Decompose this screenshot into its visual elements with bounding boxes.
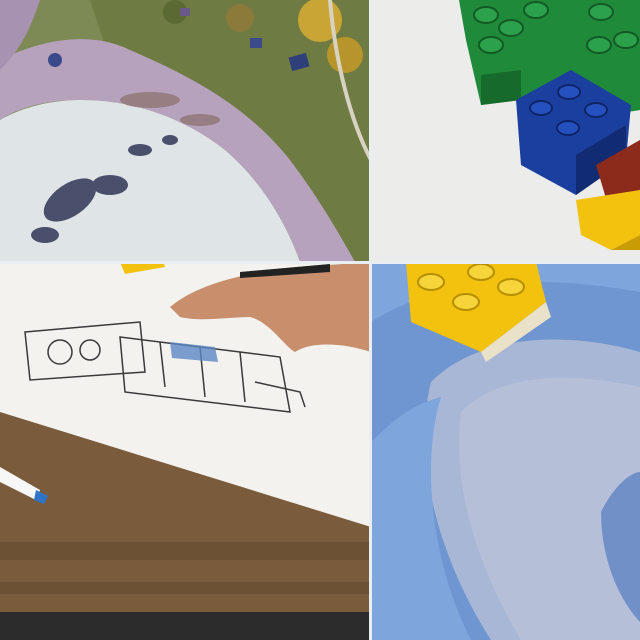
sketch-illustration <box>0 262 371 640</box>
tray-photo <box>371 262 640 640</box>
collage-divider-horizontal <box>0 261 640 264</box>
tray-illustration <box>371 262 640 640</box>
sketch-photo <box>0 262 371 640</box>
brick-tower-photo <box>371 0 640 262</box>
brick-tower-illustration <box>371 0 640 262</box>
coastline-photo <box>0 0 371 262</box>
coastline-illustration <box>0 0 371 262</box>
collage-divider-vertical <box>369 0 372 640</box>
photo-collage <box>0 0 640 640</box>
